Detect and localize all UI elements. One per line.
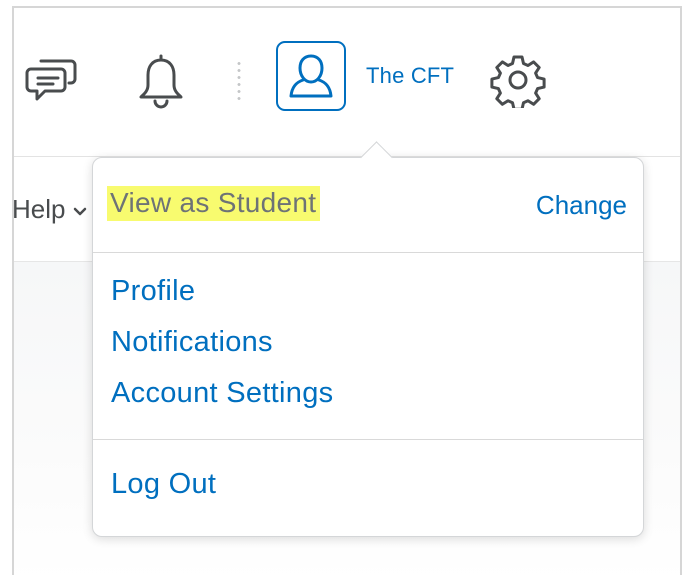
gear-icon [490,55,546,108]
menu-item-profile[interactable]: Profile [111,275,195,308]
chevron-down-icon [74,207,87,215]
logout-group: Log Out [93,440,643,536]
minibar: The CFT [14,8,680,157]
help-menu[interactable]: Help [12,194,87,225]
role-switcher-row: View as Student Change [93,158,643,253]
bell-icon [139,54,183,109]
menu-item-notifications[interactable]: Notifications [111,326,273,359]
menu-item-log-out[interactable]: Log Out [111,468,216,501]
user-menu-links: Profile Notifications Account Settings [93,253,643,440]
user-menu-dropdown: View as Student Change Profile Notificat… [92,141,644,537]
user-avatar-button[interactable] [276,41,346,111]
minibar-separator [237,60,241,102]
chat-bubbles-icon [25,59,77,101]
current-role-label: View as Student [107,186,321,221]
change-role-link[interactable]: Change [536,190,627,221]
user-avatar-icon [289,54,333,98]
help-menu-label: Help [12,194,66,224]
menu-item-account-settings[interactable]: Account Settings [111,377,333,410]
settings-button[interactable] [488,50,548,110]
app-window: The CFT Help View as Student Change Prof… [12,6,682,575]
user-name-label[interactable]: The CFT [366,63,454,89]
notifications-button[interactable] [132,50,190,110]
message-alerts-button[interactable] [24,50,82,108]
